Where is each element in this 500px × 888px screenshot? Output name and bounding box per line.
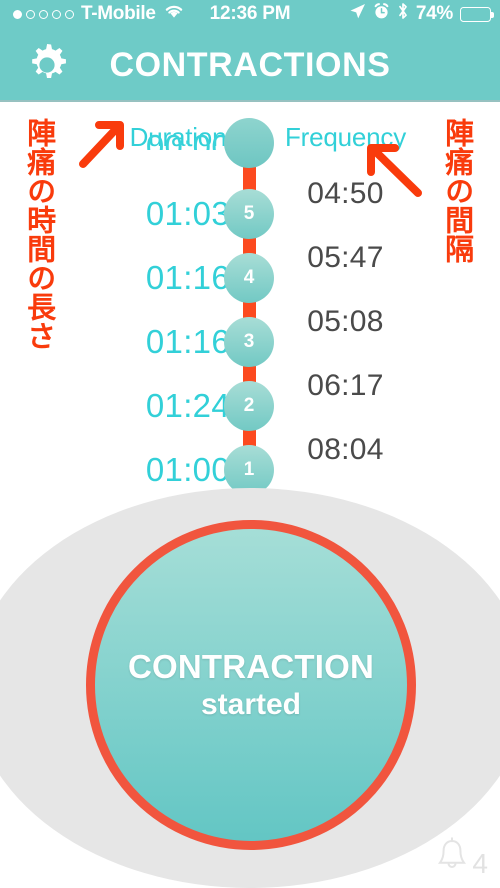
battery-icon (460, 6, 494, 22)
table-row[interactable]: 01:16 4 05:47 (0, 241, 500, 310)
status-bar: T-Mobile 12:36 PM 74% (0, 0, 500, 28)
contraction-index-badge: 5 (224, 189, 274, 239)
arrow-up-right-icon (78, 120, 128, 173)
bluetooth-icon (397, 2, 409, 26)
timeline-row-partial[interactable]: 00:00 (0, 118, 500, 174)
contractions-app-screen: T-Mobile 12:36 PM 74% CONTRACTIONS Durat… (0, 0, 500, 888)
location-arrow-icon (349, 3, 366, 26)
battery-percent-label: 74% (415, 3, 453, 24)
table-row[interactable]: 01:03 5 04:50 (0, 177, 500, 246)
alarm-clock-icon (373, 2, 390, 26)
contractions-timeline[interactable]: Duration Frequency 00:00 01:03 5 04:50 0… (0, 104, 500, 496)
navigation-bar: CONTRACTIONS (0, 28, 500, 102)
bell-icon (433, 835, 471, 880)
contraction-index-badge: 2 (224, 381, 274, 431)
duration-value: 01:16 (145, 323, 230, 360)
notification-bell-widget[interactable]: 4 (433, 835, 488, 880)
contraction-button-title: CONTRACTION (127, 648, 374, 685)
contraction-button-status: started (200, 688, 302, 721)
page-title: CONTRACTIONS (109, 45, 391, 84)
duration-value: 01:24 (145, 387, 230, 424)
duration-value: 01:16 (145, 259, 230, 296)
annotation-left-text: 陣痛の時間の長さ (22, 118, 57, 350)
arrow-up-left-icon (362, 142, 422, 202)
annotation-right-text: 陣痛の間隔 (440, 118, 475, 263)
frequency-value: 08:04 (307, 433, 384, 466)
timeline-bubble-partial (224, 118, 274, 168)
table-row[interactable]: 01:24 2 06:17 (0, 369, 500, 438)
table-row[interactable]: 01:16 3 05:08 (0, 305, 500, 374)
duration-value: 01:03 (145, 195, 230, 232)
contraction-index-badge: 4 (224, 253, 274, 303)
frequency-value: 05:08 (307, 305, 384, 338)
status-bar-right: 74% (349, 2, 494, 26)
frequency-value: 06:17 (307, 369, 384, 402)
frequency-value: 05:47 (307, 241, 384, 274)
contraction-index-badge: 3 (224, 317, 274, 367)
nav-divider (0, 100, 500, 102)
duration-value: 01:00 (145, 451, 230, 488)
contraction-toggle-button[interactable]: CONTRACTION started (86, 520, 416, 850)
notification-count: 4 (472, 848, 488, 879)
gear-icon[interactable] (21, 39, 73, 91)
